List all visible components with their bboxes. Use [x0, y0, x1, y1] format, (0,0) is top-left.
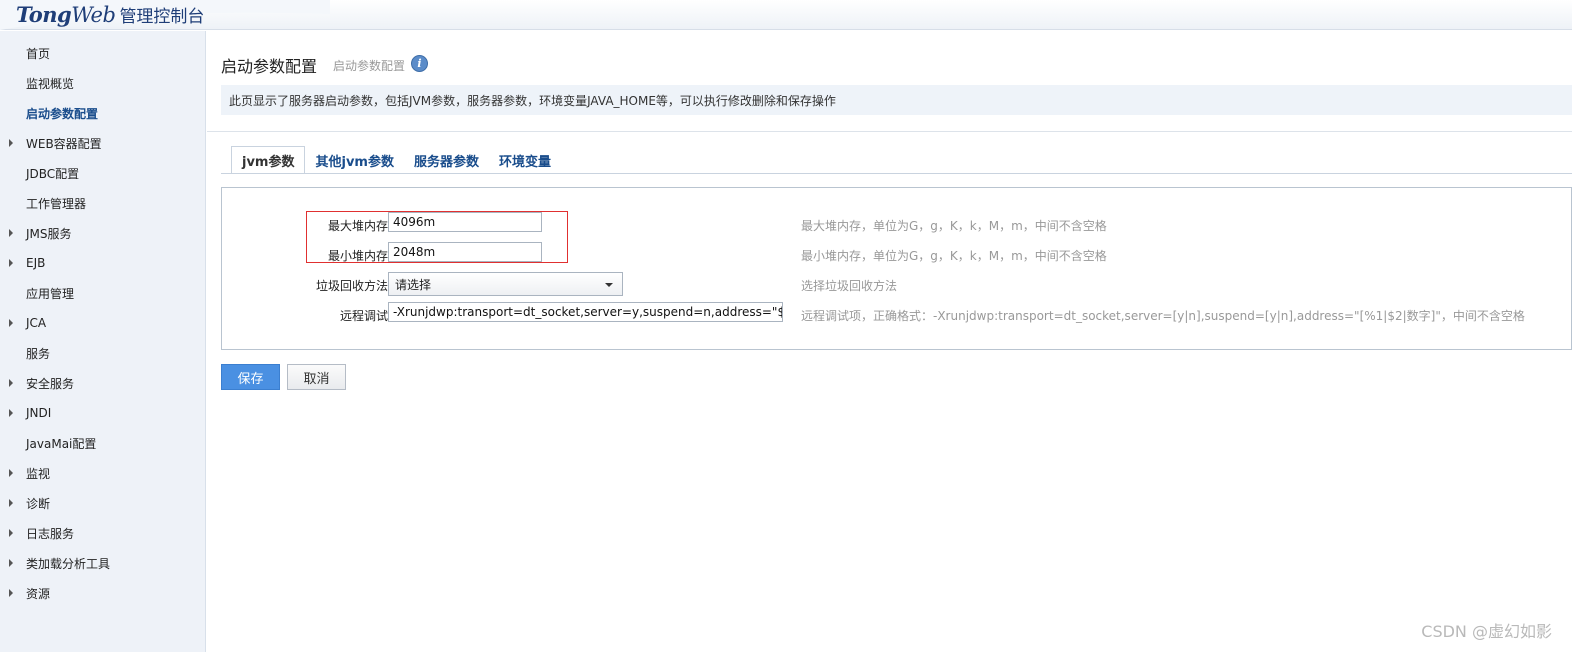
tab-jvm-params[interactable]: jvm参数 — [231, 146, 306, 174]
min-heap-label: 最小堆内存 — [327, 249, 388, 263]
expand-arrow-icon[interactable] — [9, 379, 13, 387]
tab-other-jvm-params[interactable]: 其他jvm参数 — [305, 146, 403, 174]
sidebar-item[interactable]: 诊断 — [0, 488, 206, 518]
sidebar-item-label: WEB容器配置 — [26, 136, 102, 151]
sidebar-item-label: 日志服务 — [26, 526, 75, 541]
sidebar-item[interactable]: JMS服务 — [0, 218, 206, 248]
expand-arrow-icon[interactable] — [9, 259, 13, 267]
expand-arrow-icon[interactable] — [9, 589, 13, 597]
expand-arrow-icon[interactable] — [9, 229, 13, 237]
gc-method-row: 垃圾回收方法 请选择 选择垃圾回收方法 — [222, 272, 1572, 296]
sidebar-nav: 首页监视概览启动参数配置 WEB容器配置 JDBC配置 工作管理器 JMS服务 EJB 应用… — [0, 31, 206, 652]
main-content: 启动参数配置 启动参数配置 i 此页显示了服务器启动参数，包括JVM参数，服务器… — [207, 31, 1572, 652]
max-heap-input[interactable]: 4096m — [388, 212, 542, 232]
sidebar-item[interactable]: 监视 — [0, 458, 206, 488]
sidebar-item-label: 工作管理器 — [26, 196, 87, 211]
save-button[interactable]: 保存 — [221, 364, 280, 390]
tongweb-logo: Tong Web 管理控制台 — [16, 2, 205, 27]
page-description-text: 此页显示了服务器启动参数，包括JVM参数，服务器参数，环境变量JAVA_HOME… — [229, 93, 836, 108]
sidebar-item[interactable]: 启动参数配置 — [0, 98, 206, 128]
tab-server-params[interactable]: 服务器参数 — [404, 146, 489, 174]
remote-debug-row: 远程调试 -Xrunjdwp:transport=dt_socket,serve… — [222, 302, 1572, 326]
sidebar-item[interactable]: JCA — [0, 308, 206, 338]
sidebar-item-label: 启动参数配置 — [26, 106, 99, 121]
sidebar-item-label: JavaMai配置 — [26, 436, 97, 451]
sidebar-item[interactable]: 首页 — [0, 38, 206, 68]
sidebar-item-label: JCA — [26, 316, 47, 330]
max-heap-hint: 最大堆内存，单位为G，g，K，k，M，m，中间不含空格 — [801, 219, 1107, 233]
chevron-down-icon — [605, 283, 613, 287]
sidebar-item-label: 首页 — [26, 46, 51, 61]
sidebar-item-label: 监视 — [26, 466, 51, 481]
tab-underline — [221, 173, 1572, 174]
sidebar-item-label: 诊断 — [26, 496, 51, 511]
page-subtitle: 启动参数配置 — [333, 59, 406, 73]
gc-method-hint: 选择垃圾回收方法 — [801, 279, 898, 293]
sidebar-item-label: 监视概览 — [26, 76, 75, 91]
watermark: CSDN @虚幻如影 — [1421, 622, 1552, 641]
info-icon[interactable]: i — [411, 55, 428, 72]
sidebar-item[interactable]: 类加载分析工具 — [0, 548, 206, 578]
jvm-params-form: 最大堆内存 4096m 最大堆内存，单位为G，g，K，k，M，m，中间不含空格 … — [221, 187, 1572, 350]
sidebar-item[interactable]: JavaMai配置 — [0, 428, 206, 458]
sidebar-item-label: 安全服务 — [26, 376, 75, 391]
remote-debug-input[interactable]: -Xrunjdwp:transport=dt_socket,server=y,s… — [388, 302, 783, 322]
expand-arrow-icon[interactable] — [9, 499, 13, 507]
gc-method-label: 垃圾回收方法 — [315, 279, 388, 293]
sidebar-item[interactable]: 日志服务 — [0, 518, 206, 548]
logo-word-tong: Tong — [16, 2, 72, 27]
sidebar-item-label: 资源 — [26, 586, 51, 601]
sidebar-item[interactable]: 工作管理器 — [0, 188, 206, 218]
remote-debug-label: 远程调试 — [339, 309, 388, 323]
gc-method-selected: 请选择 — [395, 277, 432, 292]
sidebar-item-label: JNDI — [26, 406, 52, 420]
sidebar-item-label: EJB — [26, 256, 46, 270]
divider — [207, 131, 1572, 132]
min-heap-row: 最小堆内存 2048m 最小堆内存，单位为G，g，K，k，M，m，中间不含空格 — [222, 242, 1572, 266]
logo-subtitle: 管理控制台 — [119, 7, 205, 27]
gc-method-select[interactable]: 请选择 — [388, 272, 623, 296]
expand-arrow-icon[interactable] — [9, 559, 13, 567]
top-header: Tong Web 管理控制台 — [0, 0, 1572, 30]
expand-arrow-icon[interactable] — [9, 469, 13, 477]
sidebar-item[interactable]: JNDI — [0, 398, 206, 428]
sidebar-item[interactable]: 安全服务 — [0, 368, 206, 398]
cancel-button[interactable]: 取消 — [287, 364, 346, 390]
page-title: 启动参数配置 — [221, 57, 318, 76]
max-heap-row: 最大堆内存 4096m 最大堆内存，单位为G，g，K，k，M，m，中间不含空格 — [222, 212, 1572, 236]
sidebar-item[interactable]: 资源 — [0, 578, 206, 608]
page-description: 此页显示了服务器启动参数，包括JVM参数，服务器参数，环境变量JAVA_HOME… — [221, 85, 1572, 115]
expand-arrow-icon[interactable] — [9, 139, 13, 147]
remote-debug-hint: 远程调试项，正确格式：-Xrunjdwp:transport=dt_socket… — [801, 309, 1525, 323]
min-heap-hint: 最小堆内存，单位为G，g，K，k，M，m，中间不含空格 — [801, 249, 1107, 263]
sidebar-item[interactable]: EJB — [0, 248, 206, 278]
sidebar-item[interactable]: WEB容器配置 — [0, 128, 206, 158]
sidebar-item-label: 服务 — [26, 346, 51, 361]
sidebar-item[interactable]: 监视概览 — [0, 68, 206, 98]
expand-arrow-icon[interactable] — [9, 319, 13, 327]
tab-env-variables[interactable]: 环境变量 — [489, 146, 561, 174]
sidebar-item-label: JMS服务 — [26, 226, 72, 241]
logo-word-web: Web — [71, 3, 116, 27]
expand-arrow-icon[interactable] — [9, 409, 13, 417]
max-heap-label: 最大堆内存 — [327, 219, 388, 233]
sidebar-item-label: 应用管理 — [26, 286, 75, 301]
sidebar-item[interactable]: 应用管理 — [0, 278, 206, 308]
min-heap-input[interactable]: 2048m — [388, 242, 542, 262]
expand-arrow-icon[interactable] — [9, 529, 13, 537]
sidebar-item[interactable]: 服务 — [0, 338, 206, 368]
tab-bar: jvm参数 其他jvm参数 服务器参数 环境变量 — [231, 146, 561, 174]
sidebar-item-label: JDBC配置 — [26, 166, 80, 181]
sidebar-item[interactable]: JDBC配置 — [0, 158, 206, 188]
sidebar-item-label: 类加载分析工具 — [26, 556, 111, 571]
